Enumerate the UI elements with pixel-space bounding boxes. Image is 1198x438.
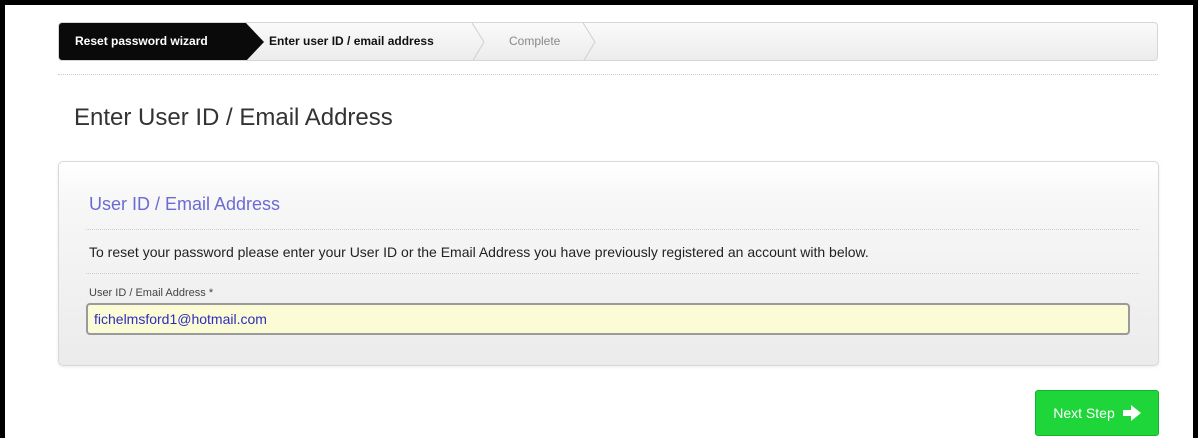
wizard-step-label: Complete bbox=[509, 34, 561, 48]
next-step-label: Next Step bbox=[1053, 405, 1115, 421]
divider bbox=[86, 273, 1139, 274]
wizard-breadcrumb: Reset password wizard Enter user ID / em… bbox=[58, 22, 1158, 61]
arrow-right-icon bbox=[1122, 405, 1141, 421]
user-id-panel: User ID / Email Address To reset your pa… bbox=[58, 161, 1159, 366]
page-title: Enter User ID / Email Address bbox=[74, 104, 393, 131]
user-id-field-label: User ID / Email Address * bbox=[89, 287, 214, 299]
divider bbox=[86, 229, 1139, 230]
wizard-step-enter-user-id: Enter user ID / email address bbox=[269, 23, 434, 60]
wizard-step-label: Reset password wizard bbox=[75, 34, 208, 48]
instruction-text: To reset your password please enter your… bbox=[89, 244, 869, 260]
wizard-step-reset-password: Reset password wizard bbox=[59, 23, 264, 60]
wizard-step-complete: Complete bbox=[509, 23, 561, 60]
divider bbox=[58, 74, 1158, 75]
user-id-email-input[interactable] bbox=[86, 303, 1130, 335]
window-frame-right bbox=[1193, 0, 1198, 438]
window-frame-left bbox=[0, 0, 5, 438]
chevron-right-icon bbox=[471, 23, 485, 60]
chevron-right-icon bbox=[582, 23, 596, 60]
panel-title: User ID / Email Address bbox=[89, 194, 281, 214]
wizard-step-arrow bbox=[245, 23, 264, 60]
wizard-step-label: Enter user ID / email address bbox=[269, 34, 434, 48]
window-frame-top bbox=[0, 0, 1198, 5]
next-step-button[interactable]: Next Step bbox=[1035, 390, 1159, 436]
